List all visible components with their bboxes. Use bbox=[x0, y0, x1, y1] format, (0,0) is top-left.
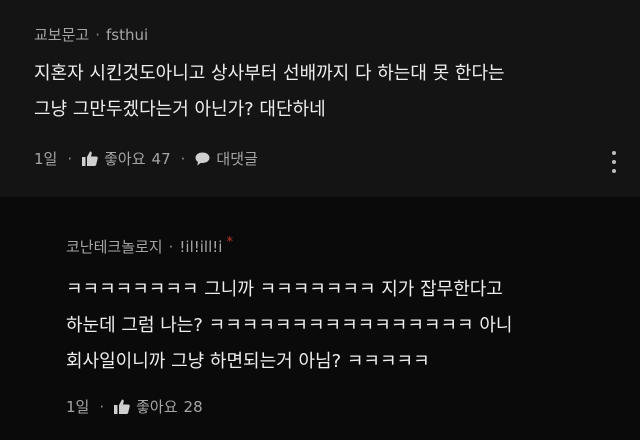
comment-time: 1일 bbox=[34, 150, 58, 168]
thumbs-up-icon bbox=[114, 399, 130, 414]
reply-label: 대댓글 bbox=[216, 150, 258, 168]
speech-bubble-icon bbox=[195, 152, 210, 166]
reply-line: 하눈데 그럼 나는? ㅋㅋㅋㅋㅋㅋㅋㅋㅋㅋㅋㅋㅋㅋㅋㅋ 아니 bbox=[66, 315, 513, 336]
comment-thread: 교보문고 · fsthui 지혼자 시킨것도아니고 상사부터 선배까지 다 하는… bbox=[0, 0, 640, 440]
author-company[interactable]: 코난테크놀로지 bbox=[66, 236, 163, 257]
like-count: 28 bbox=[183, 397, 203, 416]
action-separator: · bbox=[180, 149, 186, 168]
like-label: 좋아요 bbox=[136, 398, 178, 416]
reply-time: 1일 bbox=[66, 398, 90, 416]
action-separator: · bbox=[67, 149, 73, 168]
comment-actions: 1일 · 좋아요 47 · 대댓글 bbox=[34, 148, 258, 169]
like-button[interactable]: 좋아요 28 bbox=[114, 396, 203, 417]
author-username[interactable]: fsthui bbox=[106, 26, 148, 44]
like-button[interactable]: 좋아요 47 bbox=[82, 148, 171, 169]
comment-card: 교보문고 · fsthui 지혼자 시킨것도아니고 상사부터 선배까지 다 하는… bbox=[0, 0, 640, 197]
meta-separator: · bbox=[95, 25, 100, 44]
action-separator: · bbox=[99, 397, 105, 416]
author-username[interactable]: !il!ill!i bbox=[179, 238, 222, 256]
reply-button[interactable]: 대댓글 bbox=[195, 148, 258, 169]
comment-meta: 교보문고 · fsthui bbox=[34, 24, 148, 45]
like-count: 47 bbox=[151, 149, 171, 168]
reply-body: ㅋㅋㅋㅋㅋㅋㅋㅋ 그니까 ㅋㅋㅋㅋㅋㅋㅋ 지가 잡무한다고 하눈데 그럼 나는?… bbox=[66, 272, 512, 380]
more-options-button[interactable] bbox=[606, 151, 622, 173]
author-badge: * bbox=[226, 235, 233, 250]
thumbs-up-icon bbox=[82, 151, 98, 166]
like-label: 좋아요 bbox=[104, 150, 146, 168]
author-company[interactable]: 교보문고 bbox=[34, 24, 89, 45]
reply-card: 코난테크놀로지 · !il!ill!i * ㅋㅋㅋㅋㅋㅋㅋㅋ 그니까 ㅋㅋㅋㅋㅋ… bbox=[0, 197, 640, 440]
more-vertical-icon bbox=[612, 151, 616, 155]
reply-line: 회사일이니까 그냥 하면되는거 아님? ㅋㅋㅋㅋㅋ bbox=[66, 351, 430, 372]
meta-separator: · bbox=[168, 237, 174, 256]
comment-line: 지혼자 시킨것도아니고 상사부터 선배까지 다 하는대 못 한다는 bbox=[34, 63, 505, 84]
comment-body: 지혼자 시킨것도아니고 상사부터 선배까지 다 하는대 못 한다는 그냥 그만두… bbox=[34, 56, 505, 128]
reply-line: ㅋㅋㅋㅋㅋㅋㅋㅋ 그니까 ㅋㅋㅋㅋㅋㅋㅋ 지가 잡무한다고 bbox=[66, 279, 503, 300]
reply-meta: 코난테크놀로지 · !il!ill!i * bbox=[66, 235, 233, 257]
reply-actions: 1일 · 좋아요 28 bbox=[66, 396, 203, 417]
comment-line: 그냥 그만두겠다는거 아닌가? 대단하네 bbox=[34, 99, 326, 120]
